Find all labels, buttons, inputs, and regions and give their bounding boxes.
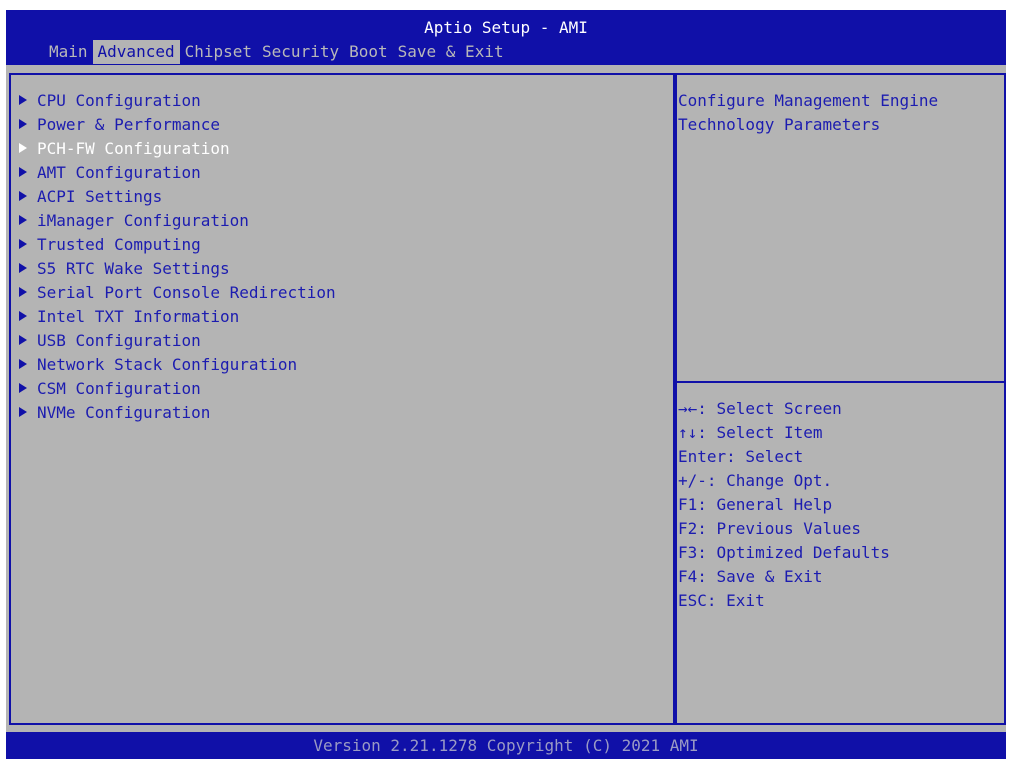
menu-item-label: ACPI Settings xyxy=(37,187,163,206)
submenu-arrow-icon xyxy=(19,287,27,297)
menu-item-label: Trusted Computing xyxy=(37,235,201,254)
key-hint-enter-select: Enter: Select xyxy=(678,447,804,466)
submenu-list: CPU Configuration Power & Performance PC… xyxy=(16,89,336,425)
menu-item-intel-txt-information[interactable]: Intel TXT Information xyxy=(16,305,336,329)
key-legend: →←: Select Screen ↑↓: Select Item Enter:… xyxy=(678,397,890,613)
tab-advanced[interactable]: Advanced xyxy=(92,40,180,64)
key-hint-change-opt: +/-: Change Opt. xyxy=(678,471,833,490)
tab-main[interactable]: Main xyxy=(44,40,93,64)
setup-title: Aptio Setup - AMI xyxy=(424,18,588,37)
menu-item-trusted-computing[interactable]: Trusted Computing xyxy=(16,233,336,257)
item-help-text: Configure Management Engine Technology P… xyxy=(678,89,998,137)
submenu-arrow-icon xyxy=(19,191,27,201)
submenu-arrow-icon xyxy=(19,239,27,249)
menu-item-label: NVMe Configuration xyxy=(37,403,211,422)
menu-item-usb-configuration[interactable]: USB Configuration xyxy=(16,329,336,353)
menu-item-pch-fw-configuration[interactable]: PCH-FW Configuration xyxy=(16,137,336,161)
menu-item-acpi-settings[interactable]: ACPI Settings xyxy=(16,185,336,209)
key-hint-general-help: F1: General Help xyxy=(678,495,833,514)
tab-save-exit[interactable]: Save & Exit xyxy=(393,40,509,64)
tab-bar: Main Advanced Chipset Security Boot Save… xyxy=(44,40,509,64)
menu-item-label: CPU Configuration xyxy=(37,91,201,110)
submenu-arrow-icon xyxy=(19,383,27,393)
menu-item-power-performance[interactable]: Power & Performance xyxy=(16,113,336,137)
submenu-arrow-icon xyxy=(19,119,27,129)
submenu-arrow-icon xyxy=(19,95,27,105)
menu-item-label: Intel TXT Information xyxy=(37,307,240,326)
header-bar: Aptio Setup - AMI Main Advanced Chipset … xyxy=(6,10,1006,65)
menu-item-csm-configuration[interactable]: CSM Configuration xyxy=(16,377,336,401)
menu-item-nvme-configuration[interactable]: NVMe Configuration xyxy=(16,401,336,425)
submenu-arrow-icon xyxy=(19,335,27,345)
help-line: Technology Parameters xyxy=(678,115,881,134)
submenu-arrow-icon xyxy=(19,407,27,417)
menu-item-label: AMT Configuration xyxy=(37,163,201,182)
key-hint-select-screen: →←: Select Screen xyxy=(678,399,842,418)
bios-setup-screen: Aptio Setup - AMI Main Advanced Chipset … xyxy=(0,0,1012,762)
menu-item-label: S5 RTC Wake Settings xyxy=(37,259,230,278)
main-body: CPU Configuration Power & Performance PC… xyxy=(6,65,1006,732)
menu-item-s5-rtc-wake-settings[interactable]: S5 RTC Wake Settings xyxy=(16,257,336,281)
key-hint-previous-values: F2: Previous Values xyxy=(678,519,862,538)
key-hint-optimized-defaults: F3: Optimized Defaults xyxy=(678,543,890,562)
menu-item-cpu-configuration[interactable]: CPU Configuration xyxy=(16,89,336,113)
menu-item-label: USB Configuration xyxy=(37,331,201,350)
submenu-arrow-icon xyxy=(19,359,27,369)
menu-item-imanager-configuration[interactable]: iManager Configuration xyxy=(16,209,336,233)
settings-panel: CPU Configuration Power & Performance PC… xyxy=(9,73,677,725)
tab-boot[interactable]: Boot xyxy=(344,40,393,64)
menu-item-network-stack-configuration[interactable]: Network Stack Configuration xyxy=(16,353,336,377)
menu-item-label: Serial Port Console Redirection xyxy=(37,283,336,302)
submenu-arrow-icon xyxy=(19,311,27,321)
help-line: Configure Management Engine xyxy=(678,91,939,110)
key-hint-exit: ESC: Exit xyxy=(678,591,765,610)
key-hint-select-item: ↑↓: Select Item xyxy=(678,423,823,442)
menu-item-serial-port-console-redirection[interactable]: Serial Port Console Redirection xyxy=(16,281,336,305)
submenu-arrow-icon xyxy=(19,167,27,177)
help-panel: Configure Management Engine Technology P… xyxy=(673,73,1006,725)
submenu-arrow-icon xyxy=(19,263,27,273)
menu-item-label: iManager Configuration xyxy=(37,211,249,230)
tab-security[interactable]: Security xyxy=(257,40,344,64)
tab-chipset[interactable]: Chipset xyxy=(180,40,257,64)
menu-item-label: Power & Performance xyxy=(37,115,221,134)
version-footer: Version 2.21.1278 Copyright (C) 2021 AMI xyxy=(6,732,1006,759)
menu-item-label: CSM Configuration xyxy=(37,379,201,398)
menu-item-label: PCH-FW Configuration xyxy=(37,139,230,158)
key-hint-save-exit: F4: Save & Exit xyxy=(678,567,823,586)
submenu-arrow-icon xyxy=(19,215,27,225)
submenu-arrow-icon xyxy=(19,143,27,153)
menu-item-label: Network Stack Configuration xyxy=(37,355,298,374)
menu-item-amt-configuration[interactable]: AMT Configuration xyxy=(16,161,336,185)
help-divider xyxy=(675,381,1004,383)
